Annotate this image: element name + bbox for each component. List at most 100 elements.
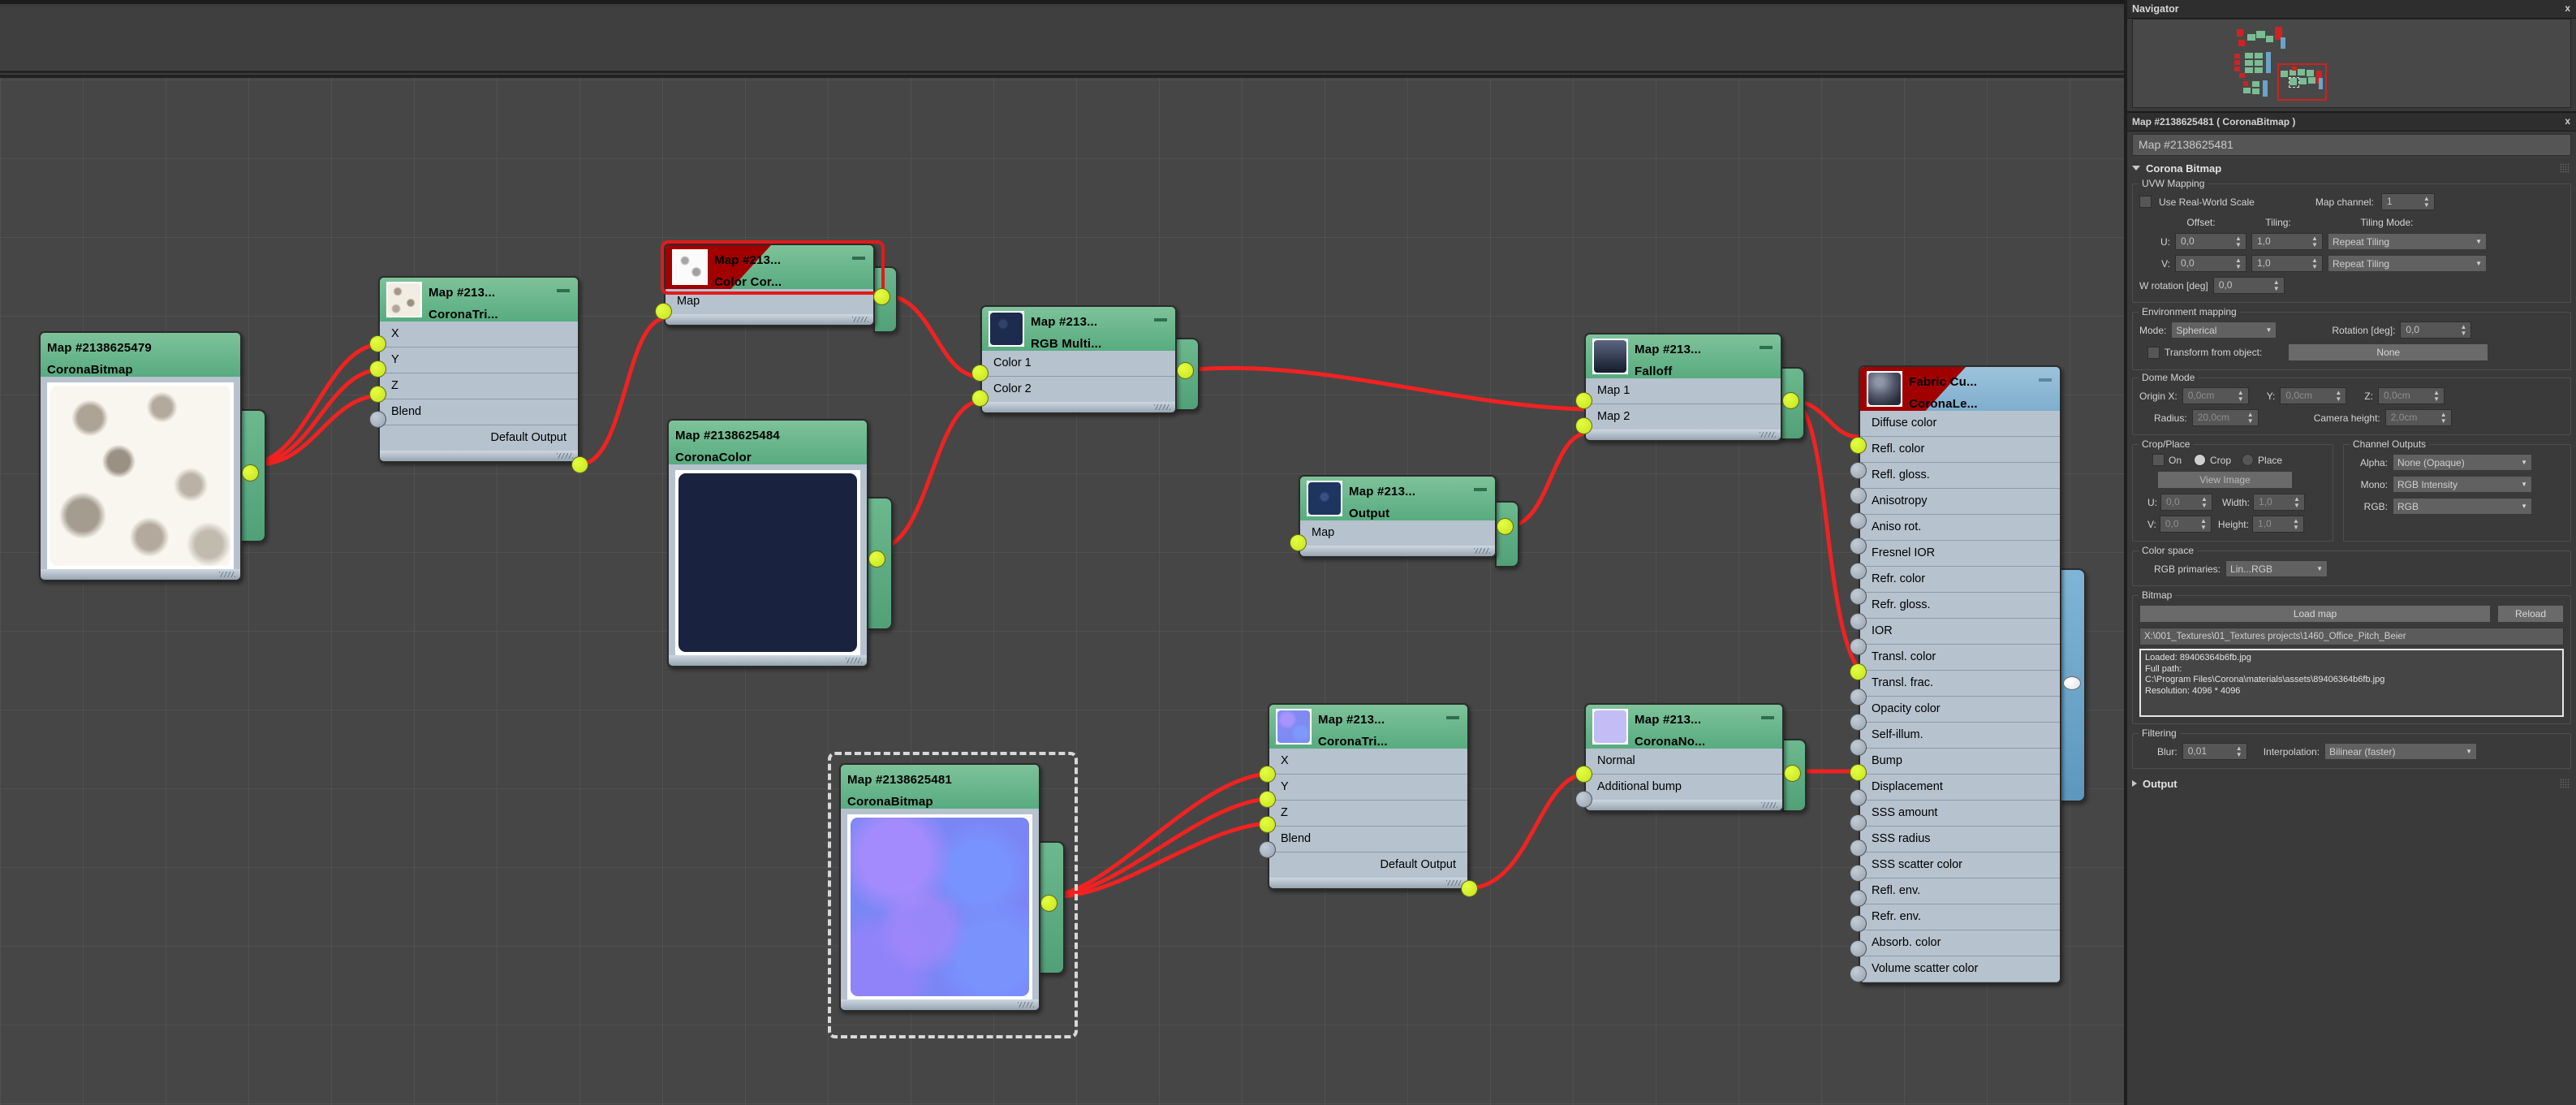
spinner-arrows-icon[interactable]: ▲ ▼ [2291, 517, 2303, 531]
spinner-arrows-icon[interactable]: ▲ ▼ [2439, 411, 2451, 425]
node-header[interactable]: Map #213... CoronaNo... [1586, 705, 1782, 749]
chevron-down-icon[interactable]: ▼ [2265, 326, 2272, 334]
node-body[interactable]: Map #213... Color Cor... Map [664, 244, 875, 326]
node-corona-normal[interactable]: Map #213... CoronaNo... Normal Additiona… [1575, 703, 1807, 812]
input-socket-refl-color[interactable] [1850, 462, 1867, 479]
input-row[interactable]: IOR [1860, 619, 2060, 645]
node-header[interactable]: Map #213... CoronaTri... [380, 278, 578, 322]
chevron-down-icon[interactable] [2132, 166, 2140, 170]
node-header[interactable]: Map #2138625484 CoronaColor [669, 421, 867, 464]
input-socket-z[interactable] [369, 386, 386, 403]
input-socket-refl-gloss[interactable] [1850, 487, 1867, 504]
spinner-arrows-icon[interactable]: ▲ ▼ [2432, 389, 2444, 403]
rgb-primaries-select[interactable]: Lin...RGB ▼ [2225, 560, 2328, 577]
node-header[interactable]: Map #213... Color Cor... [666, 245, 873, 289]
drag-handle-icon[interactable] [2560, 779, 2570, 788]
output-socket[interactable] [1461, 880, 1478, 897]
input-socket-transl-frac[interactable] [1850, 688, 1867, 706]
blur-spinner[interactable]: 0,01 ▲ ▼ [2182, 743, 2247, 760]
rgb-select[interactable]: RGB ▼ [2393, 498, 2532, 515]
input-row[interactable]: Map 1 [1586, 378, 1781, 404]
input-socket-blend[interactable] [1259, 841, 1276, 858]
output-socket[interactable] [1782, 392, 1799, 409]
input-socket-map2[interactable] [1575, 417, 1592, 434]
origin-y-spinner[interactable]: 0,0cm ▲ ▼ [2280, 387, 2347, 404]
chevron-down-icon[interactable]: ▼ [2475, 238, 2482, 245]
w-rotation-spinner[interactable]: 0,0 ▲ ▼ [2212, 277, 2285, 294]
node-resize-grip[interactable] [1586, 800, 1782, 810]
output-socket[interactable] [571, 456, 588, 473]
input-row[interactable]: Y [380, 347, 578, 373]
chevron-down-icon[interactable]: ▼ [2475, 260, 2482, 267]
node-body[interactable]: Map #213... Falloff Map 1 Map 2 [1584, 333, 1782, 442]
u-tiling-spinner[interactable]: 1,0 ▲ ▼ [2251, 233, 2323, 250]
input-socket-color1[interactable] [971, 365, 989, 382]
node-body[interactable]: Map #213... CoronaTri... X Y Z Blend Def… [378, 276, 579, 463]
input-socket-volume-scatter[interactable] [1850, 965, 1867, 982]
node-header[interactable]: Map #213... CoronaTri... [1269, 705, 1467, 749]
input-socket-self-illum[interactable] [1850, 739, 1867, 756]
minimize-icon[interactable] [2039, 378, 2052, 382]
node-material-fabric[interactable]: Fabric Cu... CoronaLe... Diffuse color R… [1850, 365, 2086, 984]
input-row[interactable]: Refl. gloss. [1860, 463, 2060, 489]
input-row[interactable]: Refr. color [1860, 567, 2060, 593]
node-bitmap-bump[interactable]: Map #2138625481 CoronaBitmap [828, 752, 1078, 1038]
input-row[interactable]: Blend [380, 399, 578, 425]
output-socket[interactable] [1497, 518, 1514, 535]
chevron-down-icon[interactable]: ▼ [2521, 481, 2527, 488]
node-resize-grip[interactable] [841, 999, 1039, 1010]
spinner-arrows-icon[interactable]: ▲ ▼ [2236, 389, 2248, 403]
node-color-correct[interactable]: Map #213... Color Cor... Map [655, 240, 898, 333]
input-socket-opacity-color[interactable] [1850, 714, 1867, 731]
node-header[interactable]: Map #213... Falloff [1586, 335, 1781, 378]
input-socket-normal[interactable] [1575, 766, 1592, 783]
spinner-arrows-icon[interactable]: ▲ ▼ [2234, 745, 2246, 758]
chevron-down-icon[interactable]: ▼ [2316, 565, 2323, 572]
spinner-arrows-icon[interactable]: ▲ ▼ [2458, 323, 2470, 337]
input-row[interactable]: Bump [1860, 749, 2060, 775]
spinner-arrows-icon[interactable]: ▲ ▼ [2272, 278, 2284, 292]
input-row[interactable]: Color 2 [982, 377, 1175, 402]
node-resize-grip[interactable] [1269, 878, 1467, 888]
map-channel-spinner[interactable]: 1 ▲ ▼ [2380, 193, 2435, 210]
env-rotation-spinner[interactable]: 0,0 ▲ ▼ [2400, 322, 2472, 339]
input-row[interactable]: Map [1300, 520, 1495, 546]
input-socket-sss-radius[interactable] [1850, 840, 1867, 857]
node-triplanar-bump[interactable]: Map #213... CoronaTri... X Y Z Blend Def… [1259, 703, 1478, 897]
node-resize-grip[interactable] [666, 314, 873, 325]
node-body[interactable]: Map #213... CoronaNo... Normal Additiona… [1584, 703, 1784, 812]
minimize-icon[interactable] [1760, 346, 1773, 349]
material-output-socket[interactable] [2063, 676, 2081, 690]
output-socket[interactable] [1784, 765, 1801, 782]
input-socket-diffuse-color[interactable] [1850, 437, 1867, 454]
bitmap-path-field[interactable]: X:\001_Textures\01_Textures projects\146… [2139, 628, 2564, 645]
input-socket-y[interactable] [369, 360, 386, 378]
input-row[interactable]: Anisotropy [1860, 489, 2060, 515]
spinner-arrows-icon[interactable]: ▲ ▼ [2199, 495, 2212, 509]
spinner-arrows-icon[interactable]: ▲ ▼ [2292, 495, 2304, 509]
input-socket-map1[interactable] [1575, 392, 1592, 409]
input-socket-transl-color[interactable] [1850, 663, 1867, 680]
input-socket-y[interactable] [1259, 791, 1276, 808]
env-mode-select[interactable]: Spherical ▼ [2171, 322, 2277, 339]
rollout-header[interactable]: Corona Bitmap [2132, 160, 2571, 176]
spinner-arrows-icon[interactable]: ▲ ▼ [2246, 411, 2258, 425]
node-body[interactable]: Map #213... CoronaTri... X Y Z Blend Def… [1268, 703, 1469, 890]
output-row[interactable]: Default Output [1269, 852, 1467, 878]
output-socket[interactable] [868, 550, 885, 568]
input-row[interactable]: Map [666, 289, 873, 314]
origin-z-spinner[interactable]: 0,0cm ▲ ▼ [2378, 387, 2445, 404]
input-socket-refr-color[interactable] [1850, 588, 1867, 605]
crop-u-spinner[interactable]: 0,0 ▲ ▼ [2160, 494, 2212, 511]
chevron-down-icon[interactable]: ▼ [2466, 748, 2472, 755]
node-resize-grip[interactable] [982, 402, 1175, 412]
input-row[interactable]: Z [380, 373, 578, 399]
drag-handle-icon[interactable] [2560, 163, 2570, 173]
input-row[interactable]: Map 2 [1586, 404, 1781, 429]
minimize-icon[interactable] [1474, 488, 1487, 491]
input-row[interactable]: Refl. env. [1860, 878, 2060, 904]
input-row[interactable]: Y [1269, 775, 1467, 801]
input-socket-sss-scatter-color[interactable] [1850, 865, 1867, 882]
transform-object-picker-button[interactable]: None [2288, 343, 2489, 361]
output-row[interactable]: Default Output [380, 425, 578, 451]
